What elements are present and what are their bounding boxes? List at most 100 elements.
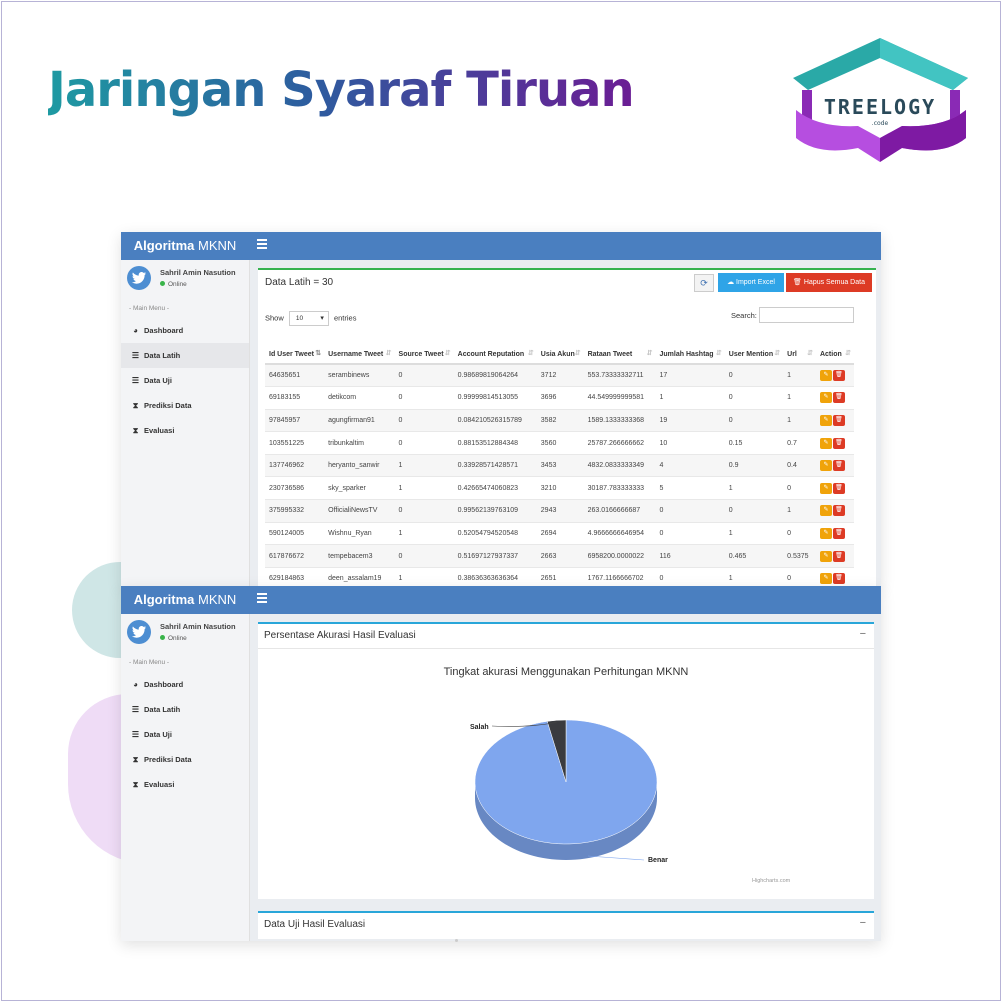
edit-icon[interactable]: ✎ — [819, 482, 832, 494]
edit-icon[interactable]: ✎ — [819, 550, 832, 562]
table-row: 103551225 tribunkaltim 0 0.88153512884348 35… — [265, 431, 854, 455]
column-header[interactable]: Rataan Tweet ⇵ — [583, 332, 656, 365]
table-cell: 25787.266666662 — [583, 431, 656, 455]
sidebar-item-data-latih[interactable]: ☰ Data Latih — [121, 343, 249, 368]
edit-icon[interactable]: ✎ — [819, 370, 832, 382]
delete-icon[interactable]: 🗑 — [832, 370, 845, 382]
delete-icon[interactable]: 🗑 — [832, 437, 845, 449]
app-window-evaluasi: Algoritma MKNN Sahril Amin Nasution Onli… — [121, 586, 881, 941]
online-dot-icon — [160, 281, 165, 286]
delete-icon[interactable]: 🗑 — [832, 482, 845, 494]
table-cell: 0 — [783, 566, 816, 588]
column-header[interactable]: Id User Tweet ⇅ — [265, 332, 325, 365]
table-cell: 0.99562139763109 — [453, 499, 537, 523]
user-status: Online — [160, 635, 187, 642]
column-header[interactable]: Jumlah Hashtag ⇵ — [655, 332, 725, 365]
edit-icon[interactable]: ✎ — [819, 437, 832, 449]
edit-icon[interactable]: ✎ — [819, 527, 832, 539]
table-cell: 0.33928571428571 — [453, 453, 537, 477]
table-cell: 17 — [655, 363, 725, 387]
delete-icon[interactable]: 🗑 — [832, 573, 845, 585]
table-row: 137746962 heryanto_sanwir 1 0.3392857142857… — [265, 453, 854, 477]
table-cell: 2651 — [536, 566, 584, 588]
delete-icon[interactable]: 🗑 — [832, 550, 845, 562]
table-cell: 590124005 — [265, 521, 325, 545]
column-header[interactable]: Url ⇵ — [783, 332, 816, 365]
table-cell: 103551225 — [265, 431, 325, 455]
import-excel-button[interactable]: ☁ Import Excel — [718, 273, 784, 292]
table-cell: 0.38636363636364 — [453, 566, 537, 588]
sidebar-item-evaluasi[interactable]: ⧗ Evaluasi — [121, 772, 249, 797]
column-header[interactable]: Username Tweet ⇵ — [324, 332, 395, 365]
table-cell: 617876672 — [265, 544, 325, 568]
table-cell: 0 — [394, 431, 454, 455]
sidebar-item-prediksi-data[interactable]: ⧗ Prediksi Data — [121, 393, 249, 418]
table-cell: 230736586 — [265, 476, 325, 500]
delete-icon[interactable]: 🗑 — [832, 527, 845, 539]
table-cell: 0.98689819064264 — [453, 363, 537, 387]
table-cell: 5 — [655, 476, 725, 500]
edit-icon[interactable]: ✎ — [819, 414, 832, 426]
sidebar-item-data-latih[interactable]: ☰ Data Latih — [121, 697, 249, 722]
column-header[interactable]: Action ⇵ — [815, 332, 854, 365]
top-navbar: Algoritma MKNN — [121, 586, 881, 614]
sidebar-item-data-uji[interactable]: ☰ Data Uji — [121, 722, 249, 747]
chart-credits[interactable]: Highcharts.com — [752, 878, 790, 884]
table-cell: 0.88153512884348 — [453, 431, 537, 455]
svg-text:.code: .code — [872, 120, 889, 127]
page-headline: Jaringan Syaraf Tiruan — [48, 62, 635, 118]
table-cell: detikcom — [324, 386, 395, 410]
main-content: Persentase Akurasi Hasil Evaluasi − Ting… — [250, 614, 881, 941]
edit-icon[interactable]: ✎ — [819, 460, 832, 472]
sidebar-item-data-uji[interactable]: ☰ Data Uji — [121, 368, 249, 393]
refresh-icon: ⟳ — [700, 278, 708, 288]
table-cell: 1 — [394, 521, 454, 545]
refresh-button[interactable]: ⟳ — [694, 274, 714, 292]
panel-divider — [258, 648, 874, 649]
table-cell: 0.42665474060823 — [453, 476, 537, 500]
column-header[interactable]: Usia Akun ⇵ — [536, 332, 584, 365]
edit-icon[interactable]: ✎ — [819, 573, 832, 585]
sort-icon: ⇵ — [527, 350, 534, 357]
delete-icon[interactable]: 🗑 — [832, 460, 845, 472]
sidebar-item-dashboard[interactable]: ◕ Dashboard — [121, 672, 249, 697]
table-cell: 0 — [783, 476, 816, 500]
collapse-button[interactable]: − — [860, 917, 866, 929]
sidebar-item-dashboard[interactable]: ◕ Dashboard — [121, 318, 249, 343]
sort-icon: ⇵ — [574, 350, 581, 357]
action-cell: ✎ 🗑 — [815, 521, 854, 545]
table-cell: 1 — [724, 476, 784, 500]
action-cell: ✎ 🗑 — [815, 453, 854, 477]
database-icon: ☰ — [131, 376, 140, 385]
action-cell: ✎ 🗑 — [815, 544, 854, 568]
sidebar-item-evaluasi[interactable]: ⧗ Evaluasi — [121, 418, 249, 443]
accuracy-pie-chart: Salah Benar — [470, 719, 668, 864]
page-length-select[interactable]: 10 — [288, 311, 329, 326]
delete-icon[interactable]: 🗑 — [832, 392, 845, 404]
delete-icon[interactable]: 🗑 — [832, 505, 845, 517]
chart-title: Tingkat akurasi Menggunakan Perhitungan … — [443, 666, 689, 678]
menu-toggle-icon[interactable] — [257, 239, 267, 251]
delete-all-button[interactable]: 🗑 Hapus Semua Data — [786, 273, 872, 292]
sidebar: Sahril Amin Nasution Online - Main Menu … — [121, 614, 250, 941]
hourglass-icon: ⧗ — [132, 780, 139, 789]
column-header[interactable]: Source Tweet ⇵ — [394, 332, 454, 365]
menu-toggle-icon[interactable] — [257, 593, 267, 605]
app-brand[interactable]: Algoritma MKNN — [121, 232, 249, 260]
database-icon: ☰ — [131, 705, 140, 714]
table-row: 617876672 tempebacem3 0 0.51697127937337 266… — [265, 544, 854, 568]
table-cell: 0.15 — [724, 431, 784, 455]
search-input[interactable] — [759, 307, 854, 323]
column-header[interactable]: Account Reputation ⇵ — [453, 332, 537, 365]
table-cell: 3560 — [536, 431, 584, 455]
sidebar-item-prediksi-data[interactable]: ⧗ Prediksi Data — [121, 747, 249, 772]
table-cell: tempebacem3 — [324, 544, 395, 568]
column-header[interactable]: User Mention ⇵ — [724, 332, 784, 365]
treelogy-logo: TREELOGY .code — [793, 38, 968, 162]
app-brand[interactable]: Algoritma MKNN — [121, 586, 249, 614]
edit-icon[interactable]: ✎ — [819, 392, 832, 404]
collapse-button[interactable]: − — [860, 628, 866, 640]
pie-label-salah: Salah — [470, 724, 489, 731]
edit-icon[interactable]: ✎ — [819, 505, 832, 517]
delete-icon[interactable]: 🗑 — [832, 414, 845, 426]
